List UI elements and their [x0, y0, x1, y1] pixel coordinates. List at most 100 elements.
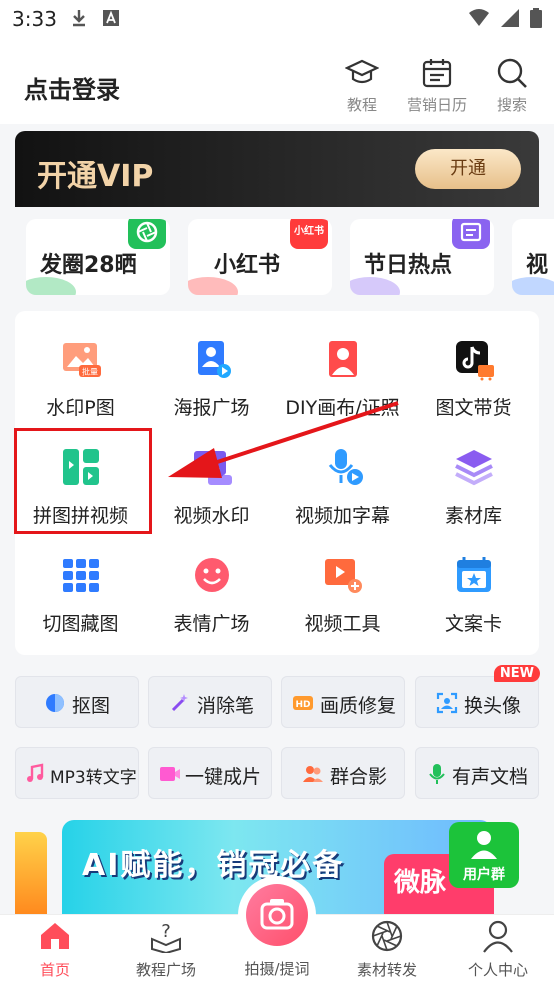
tool-one-click-video[interactable]: 一键成片 — [148, 747, 272, 799]
nav-label: 教程广场 — [135, 961, 196, 979]
vip-title: 开通VIP — [37, 159, 154, 194]
tool-label: 抠图 — [72, 695, 111, 717]
tool-mp3-to-text[interactable]: MP3转文字 — [15, 747, 139, 799]
card-decoration — [512, 277, 554, 295]
grid-item-image-commerce[interactable]: 图文带货 — [408, 311, 539, 419]
microphone-caption-icon — [328, 449, 363, 485]
quick-card-video[interactable]: 视 — [512, 219, 554, 295]
nav-tutorial-square[interactable]: ? 教程广场 — [111, 915, 221, 984]
svg-text:?: ? — [161, 921, 171, 942]
grid-item-label: 海报广场 — [173, 397, 250, 419]
grid-item-label: 文案卡 — [444, 613, 502, 635]
grid-item-label: 水印P图 — [46, 397, 115, 419]
signal-icon — [501, 9, 519, 27]
group-photo-icon — [303, 766, 323, 782]
tool-label: MP3转文字 — [50, 768, 137, 788]
home-icon — [41, 923, 69, 949]
marketing-calendar-button[interactable]: 营销日历 — [397, 56, 477, 115]
nav-label: 拍摄/提词 — [244, 960, 310, 978]
xiaohongshu-badge-icon: 小红书 — [290, 219, 328, 249]
tutorial-label: 教程 — [346, 96, 377, 114]
vip-open-button[interactable]: 开通 — [415, 149, 521, 189]
eraser-wand-icon — [171, 694, 188, 712]
grid-item-watermark-photo[interactable]: 批量 水印P图 — [15, 311, 146, 419]
highlight-box — [14, 428, 152, 534]
nav-material-forward[interactable]: 素材转发 — [332, 915, 442, 984]
nav-shoot-prompter[interactable] — [238, 876, 316, 954]
nav-label: 首页 — [39, 961, 70, 979]
emoji-face-icon — [194, 558, 229, 592]
tool-group-photo[interactable]: 群合影 — [281, 747, 405, 799]
nav-home[interactable]: 首页 — [0, 915, 110, 984]
grid-item-video-watermark[interactable]: 视频水印 — [146, 419, 277, 527]
grid-item-video-tool[interactable]: 视频工具 — [277, 527, 408, 635]
microphone-icon — [429, 764, 445, 784]
nav-profile[interactable]: 个人中心 — [443, 915, 553, 984]
quick-card-xiaohongshu[interactable]: 小红书 小红书 — [188, 219, 332, 295]
music-note-icon — [27, 763, 44, 782]
grid-item-label: 素材库 — [444, 505, 502, 527]
status-bar: 3:33 — [0, 0, 554, 38]
nav-label: 个人中心 — [467, 961, 528, 979]
quick-card-festival[interactable]: 节日热点 — [350, 219, 494, 295]
batch-badge: 批量 — [82, 367, 98, 377]
search-icon — [497, 58, 527, 88]
tool-cutout[interactable]: 抠图 — [15, 676, 139, 728]
tool-eraser[interactable]: 消除笔 — [148, 676, 272, 728]
user-group-label: 用户群 — [463, 867, 505, 883]
search-button[interactable]: 搜索 — [472, 56, 552, 115]
grid-item-label: 视频加字幕 — [294, 505, 390, 527]
card-decoration — [26, 277, 76, 295]
card-decoration — [350, 277, 400, 295]
cutout-icon — [46, 694, 64, 712]
aperture-badge-icon — [128, 219, 166, 249]
card-decoration — [188, 277, 238, 295]
grid-item-label: DIY画布/证照 — [285, 397, 400, 419]
grid-item-grid-cut[interactable]: 切图藏图 — [15, 527, 146, 635]
watermark-photo-icon: 批量 — [62, 343, 101, 377]
grid-item-emoji-square[interactable]: 表情广场 — [146, 527, 277, 635]
header: 点击登录 教程 营销日历 搜索 — [0, 38, 554, 124]
grid-item-label: 图文带货 — [435, 397, 512, 419]
marketing-calendar-label: 营销日历 — [406, 96, 467, 114]
tool-label: 消除笔 — [197, 695, 255, 717]
grid-item-label: 表情广场 — [173, 613, 250, 635]
grid-item-label: 视频水印 — [173, 505, 250, 527]
user-group-button[interactable]: 用户群 — [449, 822, 519, 888]
status-time: 3:33 — [12, 7, 57, 31]
video-watermark-icon — [193, 451, 232, 485]
tool-label: 群合影 — [330, 766, 388, 788]
tool-face-swap[interactable]: 换头像 NEW — [415, 665, 540, 728]
video-clip-icon — [160, 767, 180, 781]
quick-category-row: 发圈28晒 小红书 小红书 节日热点 视 — [0, 217, 554, 297]
poster-icon — [197, 341, 231, 378]
login-link[interactable]: 点击登录 — [24, 70, 120, 105]
promo-side-card — [15, 832, 47, 914]
tool-label: 一键成片 — [185, 766, 262, 788]
grid-item-label: 视频工具 — [304, 613, 381, 635]
quick-card-moments[interactable]: 发圈28晒 — [26, 219, 170, 295]
hd-icon: HD — [293, 696, 313, 710]
grid-item-video-caption[interactable]: 视频加字幕 — [277, 419, 408, 527]
nav-label: 素材转发 — [356, 961, 417, 979]
grid-cut-icon — [62, 559, 99, 592]
tool-label: 有声文档 — [452, 766, 529, 788]
portrait-canvas-icon — [328, 341, 357, 377]
search-label: 搜索 — [496, 96, 527, 114]
tutorial-button[interactable]: 教程 — [322, 56, 402, 115]
grid-item-label: 切图藏图 — [42, 613, 119, 635]
vip-banner[interactable]: 开通VIP 开通 — [15, 131, 539, 207]
calendar-icon — [422, 59, 452, 88]
grid-item-poster[interactable]: 海报广场 — [146, 311, 277, 419]
grid-item-material-library[interactable]: 素材库 — [408, 419, 539, 527]
download-icon — [73, 10, 85, 27]
video-tool-icon — [324, 559, 362, 593]
tool-label: 画质修复 — [320, 695, 397, 717]
grid-item-diy-canvas[interactable]: DIY画布/证照 — [277, 311, 408, 419]
battery-icon — [530, 8, 542, 28]
tool-audio-document[interactable]: 有声文档 — [415, 747, 539, 799]
tool-quality-repair[interactable]: HD 画质修复 — [281, 676, 405, 728]
graduation-cap-icon — [345, 59, 379, 84]
grid-item-copy-card[interactable]: 文案卡 — [408, 527, 539, 635]
calendar-star-icon — [456, 557, 491, 592]
